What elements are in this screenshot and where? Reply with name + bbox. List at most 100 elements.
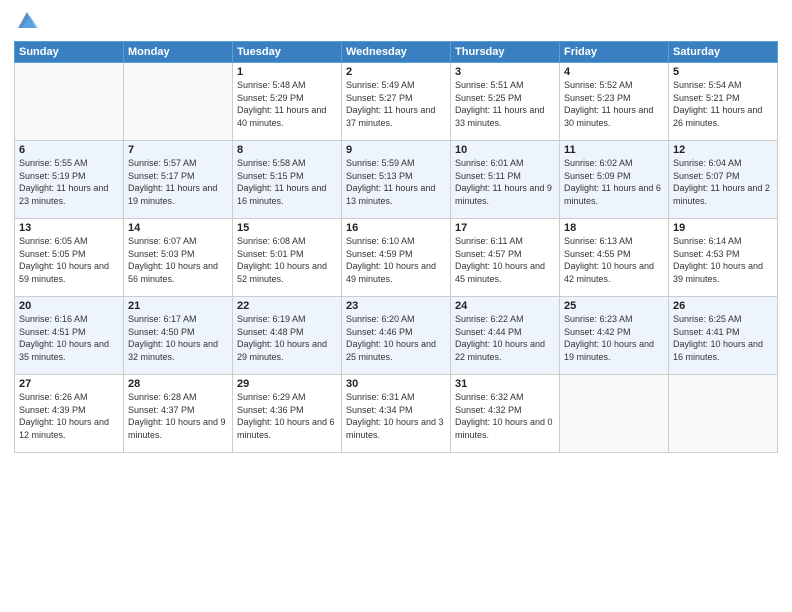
calendar-cell: 27Sunrise: 6:26 AMSunset: 4:39 PMDayligh…	[15, 375, 124, 453]
calendar-cell: 4Sunrise: 5:52 AMSunset: 5:23 PMDaylight…	[560, 63, 669, 141]
day-number: 10	[455, 144, 555, 156]
day-detail: Sunrise: 6:07 AMSunset: 5:03 PMDaylight:…	[128, 235, 228, 285]
day-number: 24	[455, 300, 555, 312]
day-detail: Sunrise: 6:14 AMSunset: 4:53 PMDaylight:…	[673, 235, 773, 285]
calendar-cell: 12Sunrise: 6:04 AMSunset: 5:07 PMDayligh…	[669, 141, 778, 219]
calendar-cell: 29Sunrise: 6:29 AMSunset: 4:36 PMDayligh…	[233, 375, 342, 453]
day-header-saturday: Saturday	[669, 42, 778, 63]
day-number: 30	[346, 378, 446, 390]
day-number: 4	[564, 66, 664, 78]
week-row-5: 27Sunrise: 6:26 AMSunset: 4:39 PMDayligh…	[15, 375, 778, 453]
calendar-cell	[15, 63, 124, 141]
day-number: 25	[564, 300, 664, 312]
day-number: 15	[237, 222, 337, 234]
day-detail: Sunrise: 5:55 AMSunset: 5:19 PMDaylight:…	[19, 157, 119, 207]
calendar-cell: 28Sunrise: 6:28 AMSunset: 4:37 PMDayligh…	[124, 375, 233, 453]
calendar-cell: 19Sunrise: 6:14 AMSunset: 4:53 PMDayligh…	[669, 219, 778, 297]
calendar-cell	[124, 63, 233, 141]
calendar-table: SundayMondayTuesdayWednesdayThursdayFrid…	[14, 41, 778, 453]
day-number: 11	[564, 144, 664, 156]
calendar-cell: 30Sunrise: 6:31 AMSunset: 4:34 PMDayligh…	[342, 375, 451, 453]
day-number: 12	[673, 144, 773, 156]
calendar-cell: 3Sunrise: 5:51 AMSunset: 5:25 PMDaylight…	[451, 63, 560, 141]
day-detail: Sunrise: 6:26 AMSunset: 4:39 PMDaylight:…	[19, 391, 119, 441]
calendar-cell: 2Sunrise: 5:49 AMSunset: 5:27 PMDaylight…	[342, 63, 451, 141]
day-header-friday: Friday	[560, 42, 669, 63]
day-header-tuesday: Tuesday	[233, 42, 342, 63]
calendar-page: SundayMondayTuesdayWednesdayThursdayFrid…	[0, 0, 792, 612]
day-detail: Sunrise: 6:01 AMSunset: 5:11 PMDaylight:…	[455, 157, 555, 207]
calendar-cell: 13Sunrise: 6:05 AMSunset: 5:05 PMDayligh…	[15, 219, 124, 297]
calendar-cell: 14Sunrise: 6:07 AMSunset: 5:03 PMDayligh…	[124, 219, 233, 297]
day-detail: Sunrise: 5:51 AMSunset: 5:25 PMDaylight:…	[455, 79, 555, 129]
calendar-cell	[560, 375, 669, 453]
day-detail: Sunrise: 6:32 AMSunset: 4:32 PMDaylight:…	[455, 391, 555, 441]
day-detail: Sunrise: 5:48 AMSunset: 5:29 PMDaylight:…	[237, 79, 337, 129]
day-number: 1	[237, 66, 337, 78]
day-header-wednesday: Wednesday	[342, 42, 451, 63]
calendar-cell: 15Sunrise: 6:08 AMSunset: 5:01 PMDayligh…	[233, 219, 342, 297]
day-detail: Sunrise: 6:10 AMSunset: 4:59 PMDaylight:…	[346, 235, 446, 285]
day-number: 9	[346, 144, 446, 156]
day-number: 21	[128, 300, 228, 312]
day-number: 31	[455, 378, 555, 390]
day-detail: Sunrise: 5:58 AMSunset: 5:15 PMDaylight:…	[237, 157, 337, 207]
week-row-3: 13Sunrise: 6:05 AMSunset: 5:05 PMDayligh…	[15, 219, 778, 297]
calendar-header-row: SundayMondayTuesdayWednesdayThursdayFrid…	[15, 42, 778, 63]
day-number: 28	[128, 378, 228, 390]
logo	[14, 10, 38, 37]
calendar-cell: 11Sunrise: 6:02 AMSunset: 5:09 PMDayligh…	[560, 141, 669, 219]
calendar-cell: 25Sunrise: 6:23 AMSunset: 4:42 PMDayligh…	[560, 297, 669, 375]
day-number: 27	[19, 378, 119, 390]
calendar-cell: 5Sunrise: 5:54 AMSunset: 5:21 PMDaylight…	[669, 63, 778, 141]
day-detail: Sunrise: 6:29 AMSunset: 4:36 PMDaylight:…	[237, 391, 337, 441]
day-detail: Sunrise: 6:08 AMSunset: 5:01 PMDaylight:…	[237, 235, 337, 285]
day-detail: Sunrise: 5:54 AMSunset: 5:21 PMDaylight:…	[673, 79, 773, 129]
day-detail: Sunrise: 6:20 AMSunset: 4:46 PMDaylight:…	[346, 313, 446, 363]
week-row-1: 1Sunrise: 5:48 AMSunset: 5:29 PMDaylight…	[15, 63, 778, 141]
header	[14, 10, 778, 37]
day-number: 5	[673, 66, 773, 78]
calendar-cell	[669, 375, 778, 453]
day-number: 6	[19, 144, 119, 156]
day-number: 3	[455, 66, 555, 78]
calendar-cell: 10Sunrise: 6:01 AMSunset: 5:11 PMDayligh…	[451, 141, 560, 219]
calendar-cell: 16Sunrise: 6:10 AMSunset: 4:59 PMDayligh…	[342, 219, 451, 297]
day-detail: Sunrise: 6:19 AMSunset: 4:48 PMDaylight:…	[237, 313, 337, 363]
day-detail: Sunrise: 6:04 AMSunset: 5:07 PMDaylight:…	[673, 157, 773, 207]
day-detail: Sunrise: 6:17 AMSunset: 4:50 PMDaylight:…	[128, 313, 228, 363]
day-detail: Sunrise: 6:13 AMSunset: 4:55 PMDaylight:…	[564, 235, 664, 285]
day-detail: Sunrise: 6:31 AMSunset: 4:34 PMDaylight:…	[346, 391, 446, 441]
day-number: 26	[673, 300, 773, 312]
day-header-thursday: Thursday	[451, 42, 560, 63]
week-row-4: 20Sunrise: 6:16 AMSunset: 4:51 PMDayligh…	[15, 297, 778, 375]
calendar-cell: 17Sunrise: 6:11 AMSunset: 4:57 PMDayligh…	[451, 219, 560, 297]
day-header-sunday: Sunday	[15, 42, 124, 63]
day-detail: Sunrise: 6:25 AMSunset: 4:41 PMDaylight:…	[673, 313, 773, 363]
day-detail: Sunrise: 6:23 AMSunset: 4:42 PMDaylight:…	[564, 313, 664, 363]
calendar-cell: 20Sunrise: 6:16 AMSunset: 4:51 PMDayligh…	[15, 297, 124, 375]
week-row-2: 6Sunrise: 5:55 AMSunset: 5:19 PMDaylight…	[15, 141, 778, 219]
day-number: 19	[673, 222, 773, 234]
calendar-cell: 26Sunrise: 6:25 AMSunset: 4:41 PMDayligh…	[669, 297, 778, 375]
calendar-cell: 22Sunrise: 6:19 AMSunset: 4:48 PMDayligh…	[233, 297, 342, 375]
day-number: 17	[455, 222, 555, 234]
calendar-cell: 9Sunrise: 5:59 AMSunset: 5:13 PMDaylight…	[342, 141, 451, 219]
day-number: 7	[128, 144, 228, 156]
day-detail: Sunrise: 5:57 AMSunset: 5:17 PMDaylight:…	[128, 157, 228, 207]
calendar-cell: 23Sunrise: 6:20 AMSunset: 4:46 PMDayligh…	[342, 297, 451, 375]
day-detail: Sunrise: 6:16 AMSunset: 4:51 PMDaylight:…	[19, 313, 119, 363]
calendar-cell: 18Sunrise: 6:13 AMSunset: 4:55 PMDayligh…	[560, 219, 669, 297]
day-detail: Sunrise: 5:49 AMSunset: 5:27 PMDaylight:…	[346, 79, 446, 129]
day-number: 29	[237, 378, 337, 390]
day-number: 22	[237, 300, 337, 312]
day-number: 8	[237, 144, 337, 156]
day-number: 14	[128, 222, 228, 234]
calendar-cell: 24Sunrise: 6:22 AMSunset: 4:44 PMDayligh…	[451, 297, 560, 375]
day-header-monday: Monday	[124, 42, 233, 63]
day-number: 2	[346, 66, 446, 78]
day-number: 20	[19, 300, 119, 312]
calendar-body: 1Sunrise: 5:48 AMSunset: 5:29 PMDaylight…	[15, 63, 778, 453]
day-number: 13	[19, 222, 119, 234]
day-detail: Sunrise: 6:02 AMSunset: 5:09 PMDaylight:…	[564, 157, 664, 207]
